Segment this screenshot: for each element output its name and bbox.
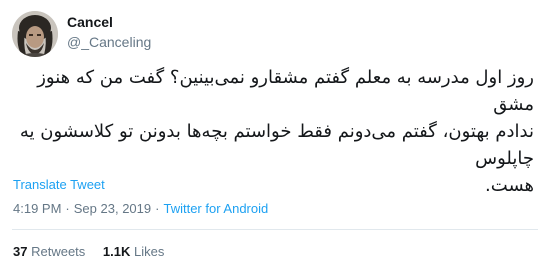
tweet-meta: 4:19 PM · Sep 23, 2019 · Twitter for Android — [13, 201, 268, 216]
tweet-stats: 37 Retweets 1.1K Likes — [13, 244, 178, 259]
tweet-date[interactable]: Sep 23, 2019 — [74, 201, 151, 216]
tweet-client-link[interactable]: Twitter for Android — [163, 201, 268, 216]
meta-separator: · — [155, 201, 160, 216]
divider — [12, 229, 538, 230]
avatar-image — [12, 11, 58, 57]
retweets-count: 37 — [13, 244, 28, 259]
retweets-label: Retweets — [31, 244, 86, 259]
author-handle[interactable]: @_Canceling — [67, 34, 151, 50]
meta-separator: · — [65, 201, 70, 216]
tweet-time[interactable]: 4:19 PM — [13, 201, 61, 216]
author-name[interactable]: Cancel — [67, 14, 113, 30]
tweet-card: Cancel @_Canceling روز اول مدرسه به معلم… — [0, 0, 550, 274]
likes-count: 1.1K — [102, 244, 131, 259]
retweets-stat[interactable]: 37 Retweets — [13, 244, 85, 259]
translate-tweet-link[interactable]: Translate Tweet — [13, 177, 105, 192]
likes-stat[interactable]: 1.1K Likes — [103, 244, 164, 259]
avatar[interactable] — [12, 11, 58, 57]
likes-label: Likes — [134, 244, 165, 259]
